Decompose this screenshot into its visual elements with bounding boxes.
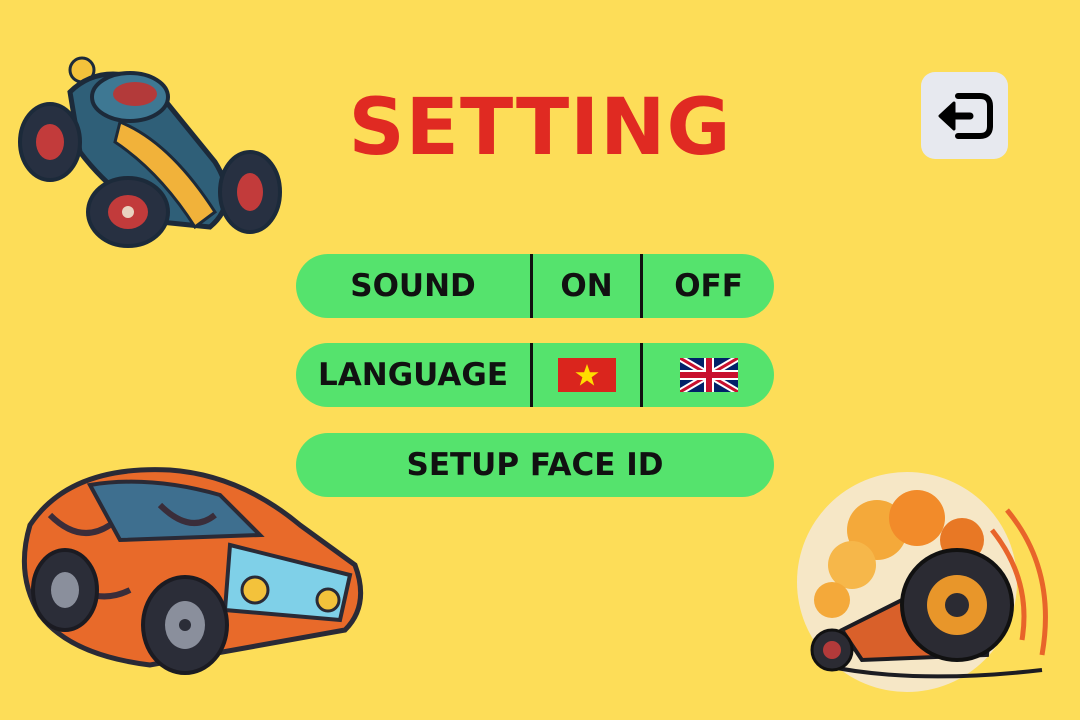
- exit-icon: [938, 92, 993, 139]
- sound-off-button[interactable]: OFF: [643, 254, 774, 318]
- page-title: SETTING: [348, 83, 732, 173]
- settings-screen: SETTING SOUND ON OFF LANGUAGE SETUP FACE…: [0, 0, 1080, 720]
- exit-button[interactable]: [921, 72, 1008, 159]
- sound-label: SOUND: [350, 268, 476, 304]
- language-label: LANGUAGE: [318, 357, 508, 393]
- cartoon-kart-icon: [18, 56, 282, 248]
- sound-on-button[interactable]: ON: [533, 254, 640, 318]
- setup-face-id-button[interactable]: SETUP FACE ID: [296, 433, 774, 497]
- setup-face-id-label: SETUP FACE ID: [406, 447, 664, 483]
- sound-row: SOUND ON OFF: [296, 254, 774, 318]
- uk-flag-icon: [679, 358, 738, 392]
- vietnam-flag-icon: [557, 358, 616, 392]
- language-english-button[interactable]: [643, 343, 774, 407]
- language-row: LANGUAGE: [296, 343, 774, 407]
- cartoon-drift-car-icon: [797, 472, 1048, 692]
- language-vietnamese-button[interactable]: [533, 343, 640, 407]
